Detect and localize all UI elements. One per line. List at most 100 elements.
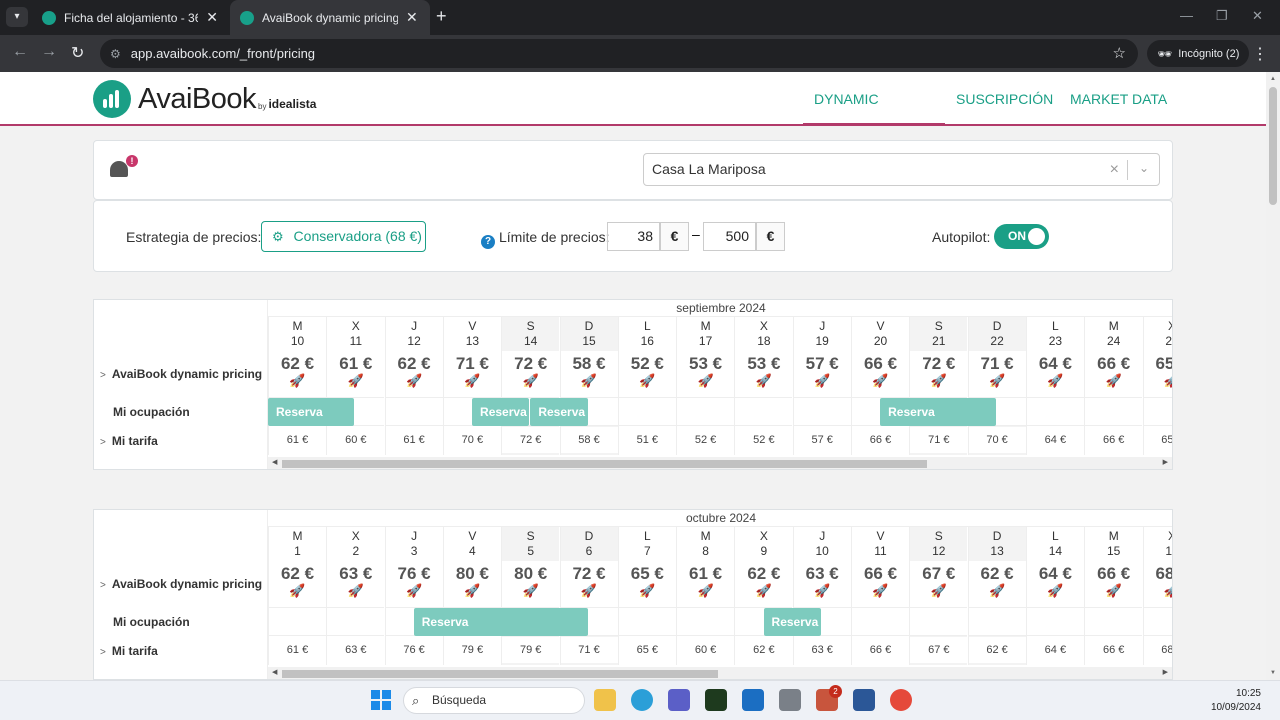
new-tab-icon[interactable]: + — [436, 6, 447, 27]
dynamic-price-cell[interactable]: 80 € 🚀 — [443, 561, 501, 607]
reservation-bar[interactable]: Reserva — [880, 398, 996, 426]
incognito-indicator[interactable]: 🕶 Incógnito (2) — [1147, 40, 1250, 67]
browser-tab-2[interactable]: AvaiBook dynamic pricing ✕ — [230, 0, 430, 35]
scroll-right-icon[interactable]: ▶ — [1163, 668, 1168, 676]
my-rate[interactable]: 70 € — [968, 427, 1026, 453]
my-rate[interactable]: 61 € — [269, 427, 326, 453]
my-rate[interactable]: 70 € — [443, 427, 501, 453]
teams-icon[interactable] — [668, 689, 690, 711]
edge-icon[interactable] — [631, 689, 653, 711]
avaibook-logo[interactable]: AvaiBook by idealista — [93, 80, 316, 118]
dynamic-price-cell[interactable]: 57 € 🚀 — [793, 351, 851, 397]
price-max-input[interactable]: 500 — [703, 222, 756, 251]
scrollbar-thumb[interactable] — [282, 670, 718, 678]
system-clock[interactable]: 10:25 10/09/2024 — [1211, 687, 1261, 715]
my-rate[interactable]: 68 € — [1143, 637, 1172, 663]
reservation-bar[interactable]: Reserva — [763, 608, 821, 636]
dynamic-price-cell[interactable]: 62 € 🚀 — [269, 351, 326, 397]
my-rate[interactable]: 66 € — [852, 637, 909, 663]
my-rate[interactable]: 67 € — [910, 637, 968, 663]
dynamic-price-cell[interactable]: 72 € 🚀 — [560, 561, 618, 607]
chevron-down-icon[interactable]: ⌄ — [1139, 153, 1149, 184]
dynamic-price-cell[interactable]: 62 € 🚀 — [968, 561, 1026, 607]
back-icon[interactable]: ← — [12, 43, 28, 61]
reload-icon[interactable]: ↻ — [71, 43, 84, 63]
clear-icon[interactable]: × — [1110, 154, 1119, 185]
scroll-left-icon[interactable]: ◀ — [272, 668, 277, 676]
close-tab-icon[interactable]: ✕ — [206, 9, 218, 26]
dynamic-price-cell[interactable]: 66 € 🚀 — [852, 351, 909, 397]
notifications-bell-icon[interactable]: ! — [110, 155, 138, 179]
dynamic-price-cell[interactable]: 62 € 🚀 — [735, 561, 793, 607]
my-rate[interactable]: 57 € — [793, 427, 851, 453]
dynamic-price-cell[interactable]: 62 € 🚀 — [269, 561, 326, 607]
my-rate[interactable]: 62 € — [735, 637, 793, 663]
dynamic-price-cell[interactable]: 71 € 🚀 — [968, 351, 1026, 397]
my-rate[interactable]: 62 € — [968, 637, 1026, 663]
my-rate[interactable]: 63 € — [793, 637, 851, 663]
row-label-rate[interactable]: > Mi tarifa — [100, 644, 158, 658]
dynamic-price-cell[interactable]: 63 € 🚀 — [327, 561, 385, 607]
my-rate[interactable]: 51 € — [618, 427, 676, 453]
my-rate[interactable]: 65 € — [1143, 427, 1172, 453]
my-rate[interactable]: 64 € — [1026, 427, 1084, 453]
horizontal-scrollbar[interactable]: ◀ ▶ — [268, 667, 1172, 679]
my-rate[interactable]: 52 € — [735, 427, 793, 453]
page-scrollbar[interactable]: ▲ ▼ — [1266, 72, 1280, 680]
my-rate[interactable]: 72 € — [502, 427, 560, 453]
row-label-rate[interactable]: > Mi tarifa — [100, 434, 158, 448]
teams-work-icon[interactable]: 2 — [816, 685, 842, 711]
dynamic-price-cell[interactable]: 62 € 🚀 — [385, 351, 443, 397]
scroll-left-icon[interactable]: ◀ — [272, 458, 277, 466]
dynamic-price-cell[interactable]: 66 € 🚀 — [1085, 561, 1143, 607]
dynamic-price-cell[interactable]: 66 € 🚀 — [1085, 351, 1143, 397]
reservation-bar[interactable]: Reserva — [413, 608, 588, 636]
my-rate[interactable]: 71 € — [560, 637, 618, 663]
my-rate[interactable]: 66 € — [1085, 427, 1143, 453]
my-rate[interactable]: 66 € — [1085, 637, 1143, 663]
my-rate[interactable]: 64 € — [1026, 637, 1084, 663]
file-explorer-icon[interactable] — [594, 689, 616, 711]
nav-market-data[interactable]: MARKET DATA — [1059, 72, 1178, 126]
dynamic-price-cell[interactable]: 63 € 🚀 — [793, 561, 851, 607]
dynamic-price-cell[interactable]: 80 € 🚀 — [502, 561, 560, 607]
maximize-icon[interactable]: ❐ — [1216, 8, 1228, 24]
dynamic-price-cell[interactable]: 65 €🚀 — [1143, 351, 1172, 397]
dynamic-price-cell[interactable]: 61 € 🚀 — [677, 561, 735, 607]
scrollbar-thumb[interactable] — [282, 460, 927, 468]
my-rate[interactable]: 61 € — [385, 427, 443, 453]
dynamic-price-cell[interactable]: 72 € 🚀 — [910, 351, 968, 397]
dynamic-price-cell[interactable]: 52 € 🚀 — [618, 351, 676, 397]
calculator-icon[interactable] — [779, 689, 801, 711]
my-rate[interactable]: 71 € — [910, 427, 968, 453]
forward-icon[interactable]: → — [41, 43, 57, 61]
my-rate[interactable]: 60 € — [327, 427, 385, 453]
reservation-bar[interactable]: Reserva — [472, 398, 530, 426]
close-tab-icon[interactable]: ✕ — [406, 9, 418, 26]
taskbar-search[interactable]: ⌕ Búsqueda — [403, 687, 585, 714]
tab-search-button[interactable]: ▾ — [6, 7, 28, 27]
minimize-icon[interactable]: — — [1180, 8, 1193, 23]
word-icon[interactable] — [853, 689, 875, 711]
browser-menu-icon[interactable]: ⋮ — [1252, 44, 1268, 64]
reservation-bar[interactable]: Reserva — [268, 398, 355, 426]
close-window-icon[interactable]: ✕ — [1252, 8, 1263, 24]
browser-tab-1[interactable]: Ficha del alojamiento - 368962 ✕ — [32, 0, 228, 35]
dynamic-price-cell[interactable]: 64 € 🚀 — [1026, 561, 1084, 607]
my-rate[interactable]: 52 € — [677, 427, 735, 453]
row-label-pricing[interactable]: > AvaiBook dynamic pricing — [100, 367, 262, 381]
my-rate[interactable]: 76 € — [385, 637, 443, 663]
scrollbar-thumb[interactable] — [1269, 87, 1277, 205]
dynamic-price-cell[interactable]: 58 € 🚀 — [560, 351, 618, 397]
dynamic-price-cell[interactable]: 61 € 🚀 — [327, 351, 385, 397]
dynamic-price-cell[interactable]: 66 € 🚀 — [852, 561, 909, 607]
dynamic-price-cell[interactable]: 53 € 🚀 — [735, 351, 793, 397]
help-icon[interactable]: ? — [481, 235, 495, 249]
dynamic-price-cell[interactable]: 65 €🚀 — [618, 561, 676, 607]
reservation-bar[interactable]: Reserva — [530, 398, 588, 426]
address-bar[interactable]: ⚙ app.avaibook.com/_front/pricing ☆ — [100, 39, 1138, 68]
my-rate[interactable]: 65 € — [618, 637, 676, 663]
outlook-icon[interactable] — [742, 689, 764, 711]
dynamic-price-cell[interactable]: 72 € 🚀 — [502, 351, 560, 397]
my-rate[interactable]: 61 € — [269, 637, 326, 663]
